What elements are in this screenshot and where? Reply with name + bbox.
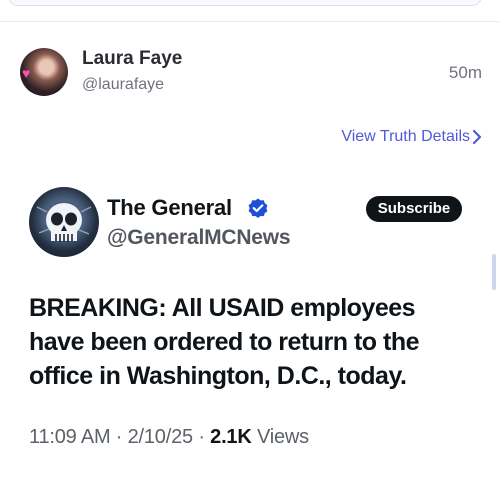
post-header: ♥ Laura Faye @laurafaye 50m (0, 40, 500, 104)
meta-separator: · (115, 426, 123, 448)
meta-date: 2/10/25 (127, 426, 194, 448)
meta-time: 11:09 AM (29, 426, 111, 448)
quoted-post-meta: 11:09 AM · 2/10/25 · 2.1K Views (29, 426, 309, 449)
scrollbar-thumb[interactable] (492, 254, 496, 290)
quoted-author-name[interactable]: The General (107, 195, 232, 221)
post-timestamp: 50m (448, 63, 482, 82)
search-input-edge[interactable] (8, 0, 482, 6)
author-name[interactable]: Laura Faye (82, 48, 182, 70)
skull-icon (36, 203, 92, 242)
quoted-post[interactable]: The General @GeneralMCNews Subscribe BRE… (29, 187, 474, 457)
chevron-right-icon[interactable] (470, 126, 484, 148)
author-handle[interactable]: @laurafaye (82, 76, 164, 94)
meta-views-count: 2.1K (210, 426, 252, 448)
meta-separator: · (198, 426, 205, 448)
quoted-avatar[interactable] (29, 187, 99, 257)
avatar[interactable]: ♥ (20, 48, 68, 96)
verified-icon (247, 197, 269, 219)
view-truth-details-link[interactable]: View Truth Details (341, 128, 470, 146)
quoted-author-handle[interactable]: @GeneralMCNews (107, 226, 291, 250)
subscribe-button[interactable]: Subscribe (366, 196, 462, 222)
quoted-post-text: BREAKING: All USAID employees have been … (29, 294, 420, 390)
divider (0, 21, 500, 22)
meta-views-label: Views (256, 426, 309, 448)
heart-icon: ♥ (22, 65, 31, 81)
